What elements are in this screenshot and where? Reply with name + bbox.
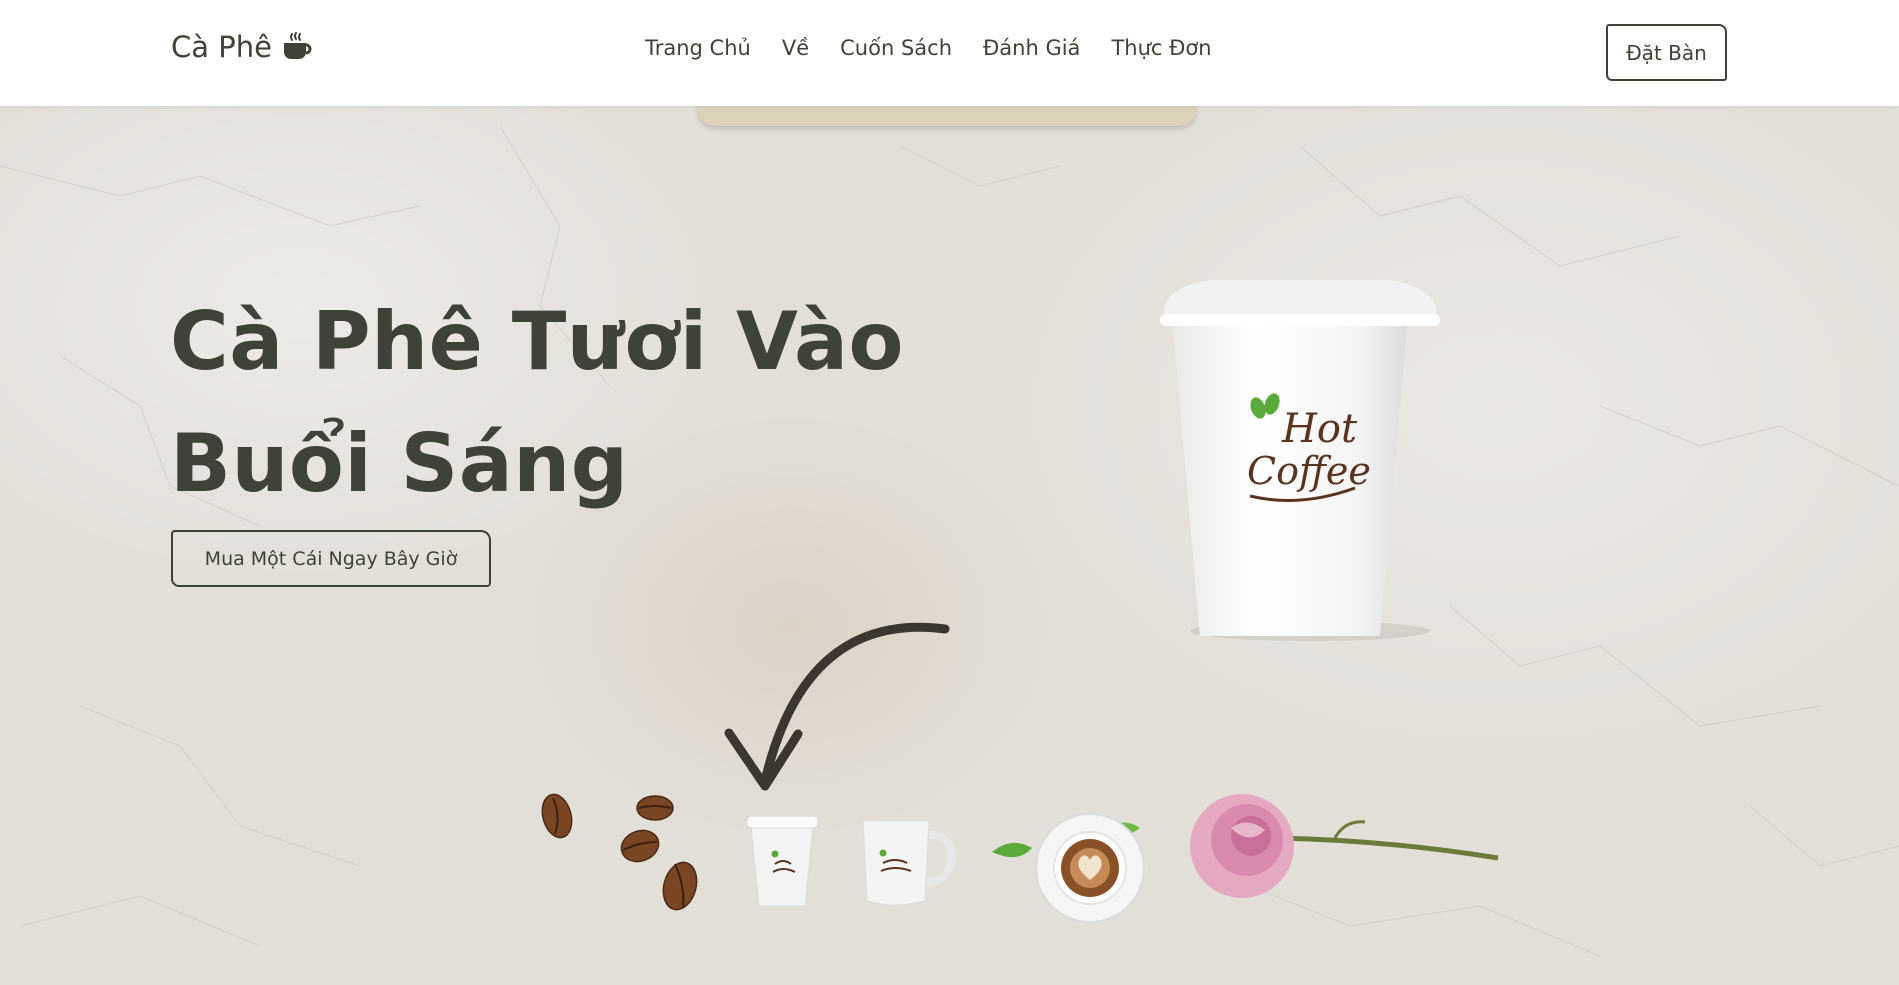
cup-logo-hot: Hot [1281, 406, 1358, 452]
cup-logo-coffee: Coffee [1247, 449, 1371, 493]
hero-section: Cà Phê Tươi Vào Buổi Sáng Mua Một Cái Ng… [0, 106, 1899, 985]
nav-books[interactable]: Cuốn Sách [840, 36, 952, 60]
coffee-cup-icon [283, 32, 312, 59]
book-table-button[interactable]: Đặt Bàn [1606, 24, 1727, 81]
hot-coffee-cup-image: Hot Coffee [1160, 280, 1440, 641]
burlap-sack [697, 106, 1197, 126]
nav-menu[interactable]: Thực Đơn [1111, 36, 1211, 60]
pink-rose-image [1190, 794, 1499, 898]
hero-title: Cà Phê Tươi Vào Buổi Sáng [170, 281, 1070, 525]
coffee-beans-image [541, 793, 698, 911]
top-navbar: Cà Phê Trang Chủ Về Cuốn Sách Đánh Giá T… [0, 0, 1899, 106]
hero-title-line1: Cà Phê Tươi Vào [170, 295, 904, 388]
nav-home[interactable]: Trang Chủ [645, 36, 751, 60]
curved-arrow-icon [724, 622, 950, 791]
main-nav: Trang Chủ Về Cuốn Sách Đánh Giá Thực Đơn [645, 36, 1212, 60]
brand-name: Cà Phê [171, 30, 272, 64]
brand-logo[interactable]: Cà Phê [171, 30, 312, 64]
small-coffee-cup-image [746, 815, 819, 907]
buy-now-button[interactable]: Mua Một Cái Ngay Bây Giờ [171, 530, 491, 587]
latte-cup-image [992, 813, 1145, 923]
nav-reviews[interactable]: Đánh Giá [983, 36, 1080, 60]
coffee-mug-image [862, 820, 956, 906]
hero-title-line2: Buổi Sáng [170, 417, 629, 510]
nav-about[interactable]: Về [782, 36, 809, 60]
